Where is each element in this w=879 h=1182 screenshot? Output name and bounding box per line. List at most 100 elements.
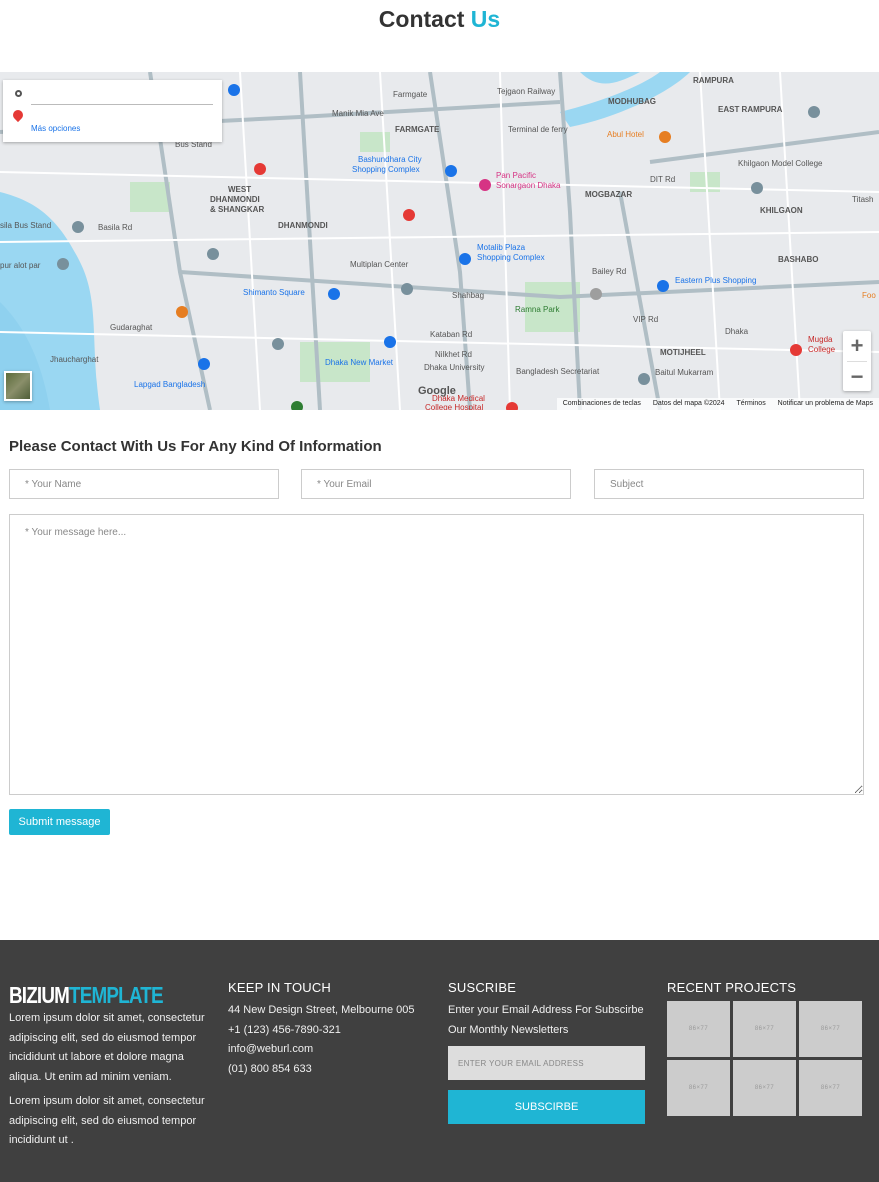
- pin-hospital-4: [506, 402, 518, 410]
- label-mogbazar: MOGBAZAR: [585, 190, 632, 199]
- about-text-2: Lorem ipsum dolor sit amet, consectetur …: [9, 1095, 205, 1146]
- pin-restaurant-1: [659, 131, 671, 143]
- logo-accent: TEMPLATE: [69, 982, 163, 1008]
- name-input[interactable]: [9, 469, 279, 499]
- submit-message-button[interactable]: Submit message: [9, 809, 110, 835]
- label-shimanto: Shimanto Square: [243, 288, 305, 297]
- about-text-1: Lorem ipsum dolor sit amet, consectetur …: [9, 1012, 205, 1083]
- pin-shop-4: [328, 288, 340, 300]
- pin-school-2: [272, 338, 284, 350]
- label-shahbag: Shahbag: [452, 291, 484, 300]
- label-titash: Titash: [852, 195, 874, 204]
- contact-email[interactable]: info@weburl.com: [228, 1040, 433, 1060]
- label-modhubag: MODHUBAG: [608, 97, 656, 106]
- park-1: [130, 182, 170, 212]
- directions-divider: [31, 104, 213, 105]
- zoom-control: + −: [843, 331, 871, 391]
- pin-place-3: [72, 221, 84, 233]
- subscribe-title: SUSCRIBE: [448, 980, 517, 995]
- pin-hospital-3: [790, 344, 802, 356]
- label-nilkhet: Nilkhet Rd: [435, 350, 472, 359]
- label-khilgaon-college: Khilgaon Model College: [738, 159, 823, 168]
- pin-restaurant-2: [176, 306, 188, 318]
- zoom-out-button[interactable]: −: [843, 362, 871, 392]
- footer: BIZIUMTEMPLATE Lorem ipsum dolor sit ame…: [0, 940, 879, 1182]
- label-farmgate-area: FARMGATE: [395, 125, 440, 134]
- attrib-report[interactable]: Notificar un problema de Maps: [778, 400, 873, 407]
- project-thumb[interactable]: 86×77: [799, 1001, 862, 1057]
- label-dit: DIT Rd: [650, 175, 675, 184]
- label-multiplan: Multiplan Center: [350, 260, 409, 269]
- project-thumb[interactable]: 86×77: [667, 1001, 730, 1057]
- label-khilgaon: KHILGAON: [760, 206, 803, 215]
- footer-projects: RECENT PROJECTS 86×77 86×77 86×77 86×77 …: [667, 980, 872, 1116]
- label-vip-rd: VIP Rd: [633, 315, 658, 324]
- pin-place-2: [207, 248, 219, 260]
- footer-subscribe: SUSCRIBE Enter your Email Address For Su…: [448, 980, 653, 1124]
- label-mugda: Mugda: [808, 335, 833, 344]
- project-thumb[interactable]: 86×77: [733, 1001, 796, 1057]
- project-thumb[interactable]: 86×77: [799, 1060, 862, 1116]
- label-new-market: Dhaka New Market: [325, 358, 394, 367]
- directions-box[interactable]: Más opciones: [3, 80, 222, 142]
- pin-shop-7: [198, 358, 210, 370]
- page-title: Contact Us: [0, 6, 879, 33]
- subscribe-button[interactable]: SUBSCIRBE: [448, 1090, 645, 1124]
- label-pan-pacific: Pan Pacific: [496, 171, 536, 180]
- pin-shop-5: [657, 280, 669, 292]
- label-pan-pacific-2: Sonargaon Dhaka: [496, 181, 561, 190]
- pin-hospital-2: [403, 209, 415, 221]
- contact-phone[interactable]: +1 (123) 456-7890-321: [228, 1021, 433, 1041]
- page-title-main: Contact: [378, 6, 465, 32]
- attrib-shortcuts[interactable]: Combinaciones de teclas: [563, 400, 641, 407]
- pin-shop-6: [384, 336, 396, 348]
- label-motalib-2: Shopping Complex: [477, 253, 545, 262]
- pin-park: [291, 401, 303, 410]
- more-options-link[interactable]: Más opciones: [31, 124, 80, 133]
- label-jhaucharghat: Jhaucharghat: [50, 355, 99, 364]
- label-baitul: Baitul Mukarram: [655, 368, 714, 377]
- label-bashundhara: Bashundhara City: [358, 155, 422, 164]
- attrib-terms[interactable]: Términos: [737, 400, 766, 407]
- pin-place-1: [808, 106, 820, 118]
- pin-school-1: [751, 182, 763, 194]
- label-dhaka: Dhaka: [725, 327, 749, 336]
- pin-shop-2: [445, 165, 457, 177]
- label-tejgaon: Tejgaon Railway: [497, 87, 555, 96]
- embedded-map[interactable]: Farmgate FARMGATE Tejgaon Railway MODHUB…: [0, 72, 879, 410]
- project-thumbnails: 86×77 86×77 86×77 86×77 86×77 86×77: [667, 1001, 872, 1116]
- label-mugda-2: College: [808, 345, 836, 354]
- label-west-dhanmondi-3: & SHANGKAR: [210, 205, 264, 214]
- pin-place-5: [401, 283, 413, 295]
- satellite-toggle[interactable]: [4, 371, 32, 401]
- pin-place-4: [57, 258, 69, 270]
- subscribe-email-input[interactable]: [448, 1046, 645, 1080]
- label-eastern-plus: Eastern Plus Shopping: [675, 276, 756, 285]
- label-ramna: Ramna Park: [515, 305, 560, 314]
- label-motalib: Motalib Plaza: [477, 243, 526, 252]
- footer-about: BIZIUMTEMPLATE Lorem ipsum dolor sit ame…: [9, 980, 214, 1151]
- label-dhaka-univ: Dhaka University: [424, 363, 484, 372]
- footer-logo[interactable]: BIZIUMTEMPLATE: [9, 982, 177, 1009]
- label-bashundhara-2: Shopping Complex: [352, 165, 420, 174]
- pin-shop-3: [459, 253, 471, 265]
- zoom-in-button[interactable]: +: [843, 331, 871, 361]
- label-basila-rd: Basila Rd: [98, 223, 132, 232]
- label-basila-bus: sila Bus Stand: [0, 221, 51, 230]
- project-thumb[interactable]: 86×77: [667, 1060, 730, 1116]
- label-abul-hotel: Abul Hotel: [607, 130, 644, 139]
- pin-hospital-1: [254, 163, 266, 175]
- contact-phone-2[interactable]: (01) 800 854 633: [228, 1060, 433, 1080]
- label-dhanmondi: DHANMONDI: [278, 221, 328, 230]
- pin-place-6: [590, 288, 602, 300]
- message-textarea[interactable]: [9, 514, 864, 795]
- contact-address: 44 New Design Street, Melbourne 005: [228, 1004, 415, 1016]
- subject-input[interactable]: [594, 469, 864, 499]
- project-thumb[interactable]: 86×77: [733, 1060, 796, 1116]
- label-farmgate: Farmgate: [393, 90, 428, 99]
- label-bailey: Bailey Rd: [592, 267, 626, 276]
- label-west-dhanmondi-2: DHANMONDI: [210, 195, 260, 204]
- recent-projects-title: RECENT PROJECTS: [667, 980, 797, 995]
- email-input[interactable]: [301, 469, 571, 499]
- label-pur-alot: pur alot par: [0, 261, 41, 270]
